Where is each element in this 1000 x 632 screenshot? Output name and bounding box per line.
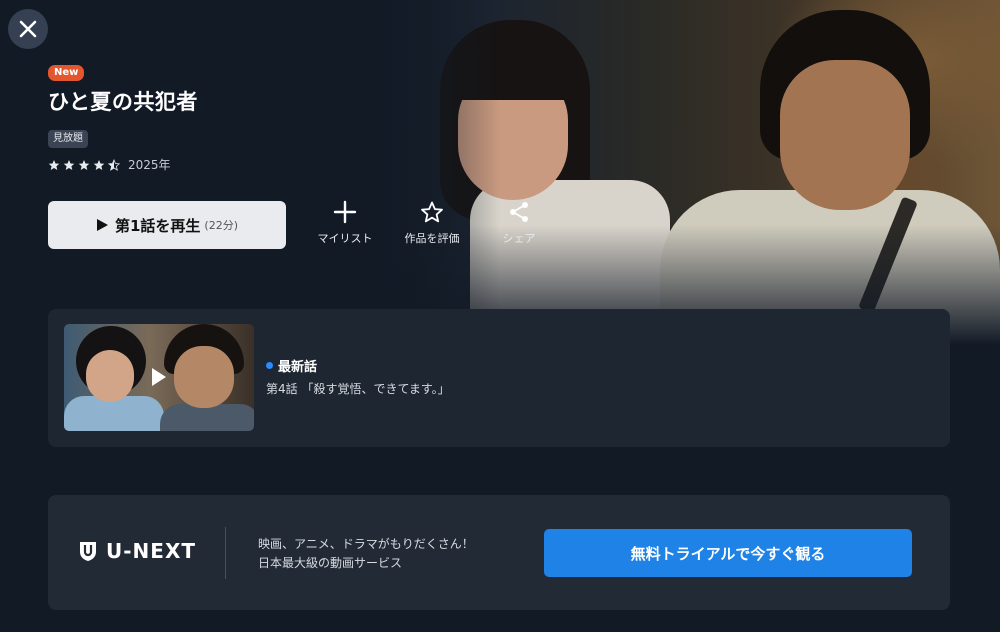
page-title: ひと夏の共犯者 bbox=[48, 90, 198, 114]
release-year: 2025年 bbox=[128, 158, 171, 172]
latest-episode-card[interactable]: 最新話 第4話 「殺す覚悟、できてます。」 bbox=[48, 309, 950, 447]
share-button[interactable]: シェア bbox=[479, 200, 559, 252]
share-icon bbox=[510, 202, 528, 222]
play-button-label: 第1話を再生 bbox=[114, 216, 201, 235]
star-full-icon bbox=[78, 159, 90, 170]
share-label: シェア bbox=[502, 232, 536, 245]
mylist-button[interactable]: マイリスト bbox=[305, 200, 385, 252]
divider bbox=[225, 527, 226, 579]
logo-text: U-NEXT bbox=[106, 539, 197, 563]
latest-episode-label: 最新話 bbox=[278, 360, 318, 375]
hero-figure-2-face bbox=[780, 60, 910, 210]
u-next-shield-icon bbox=[80, 542, 96, 561]
plus-icon bbox=[333, 200, 357, 224]
new-dot-icon bbox=[266, 362, 273, 369]
promo-line-1: 映画、アニメ、ドラマがもりだくさん！ bbox=[258, 537, 474, 551]
new-badge: New bbox=[48, 65, 85, 81]
hero-image bbox=[360, 0, 1000, 345]
play-episode-1-button[interactable]: 第1話を再生 (22分) bbox=[48, 201, 286, 249]
play-icon bbox=[96, 219, 108, 231]
star-rating bbox=[48, 158, 120, 171]
star-full-icon bbox=[63, 159, 75, 170]
u-next-logo: U-NEXT bbox=[78, 539, 196, 563]
star-full-icon bbox=[93, 159, 105, 170]
latest-episode-header: 最新話 bbox=[266, 356, 317, 375]
thumb-figure-2-face bbox=[174, 346, 234, 408]
thumb-figure-1-face bbox=[86, 350, 134, 402]
free-trial-button[interactable]: 無料トライアルで今すぐ観る bbox=[544, 529, 912, 577]
rate-label: 作品を評価 bbox=[404, 232, 460, 245]
availability-badge: 見放題 bbox=[48, 130, 88, 148]
star-half-icon bbox=[108, 158, 120, 171]
close-icon bbox=[19, 20, 37, 38]
latest-episode-title: 第4話 「殺す覚悟、できてます。」 bbox=[266, 382, 450, 396]
episode-thumbnail[interactable] bbox=[64, 324, 254, 431]
rating-row: 2025年 bbox=[48, 156, 171, 173]
promo-banner: U-NEXT 映画、アニメ、ドラマがもりだくさん！ 日本最大級の動画サービス 無… bbox=[48, 495, 950, 610]
star-outline-icon bbox=[421, 201, 443, 223]
thumb-figure-2-body bbox=[160, 404, 254, 431]
promo-text: 映画、アニメ、ドラマがもりだくさん！ 日本最大級の動画サービス bbox=[258, 535, 474, 573]
close-button[interactable] bbox=[8, 9, 48, 49]
mylist-label: マイリスト bbox=[317, 232, 373, 245]
play-duration: (22分) bbox=[204, 219, 239, 232]
star-full-icon bbox=[48, 159, 60, 170]
play-icon bbox=[152, 368, 166, 386]
promo-line-2: 日本最大級の動画サービス bbox=[258, 556, 403, 570]
rate-button[interactable]: 作品を評価 bbox=[392, 200, 472, 252]
